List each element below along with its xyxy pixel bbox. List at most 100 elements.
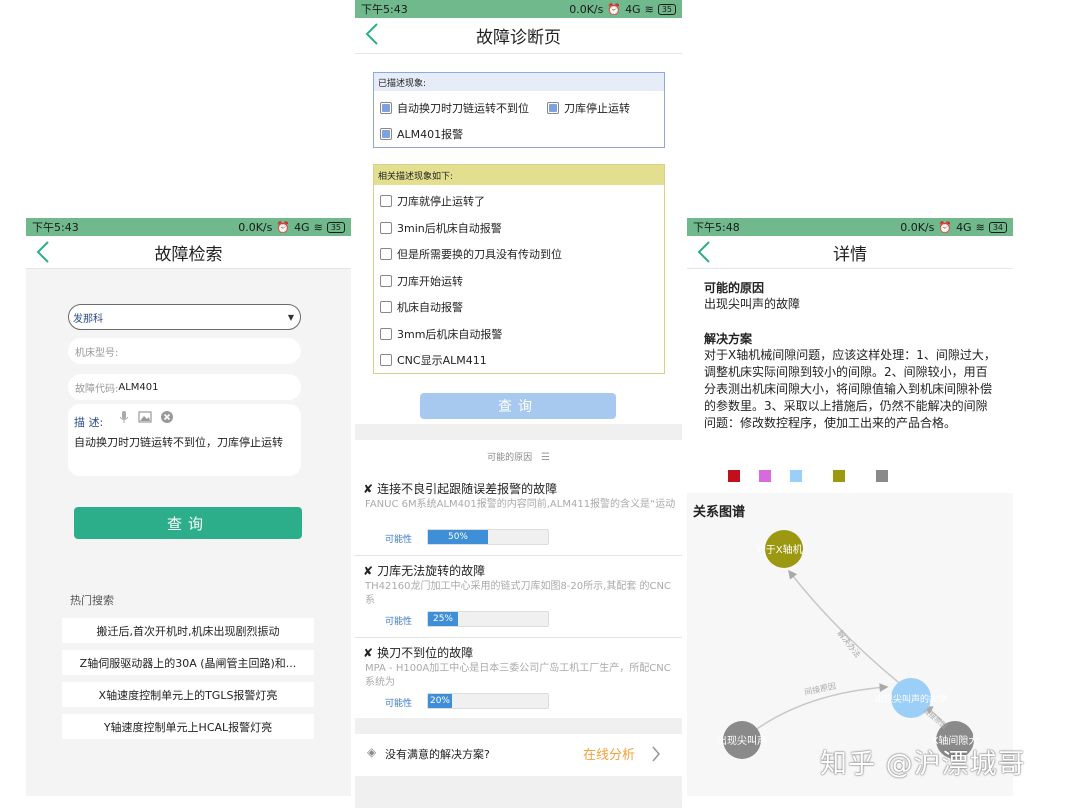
- back-arrow-icon[interactable]: [34, 240, 54, 264]
- fault-code-input[interactable]: 故障代码: ALM401: [68, 374, 301, 400]
- legend-swatch: [728, 470, 740, 482]
- hot-search-item[interactable]: X轴速度控制单元上的TGLS报警灯亮: [62, 682, 314, 707]
- back-arrow-icon[interactable]: [695, 240, 715, 264]
- tools-icon: ✘: [363, 645, 374, 660]
- related-header: 相关描述现象如下:: [374, 165, 664, 185]
- tag-icon: ◈: [367, 745, 377, 759]
- battery-icon: 35: [657, 3, 676, 15]
- graph-edge: [788, 569, 910, 692]
- tools-icon: ✘: [363, 481, 374, 496]
- cause-desc: MPA - H100A加工中心是日本三委公司广岛工机工厂生产，所配CNC系统为: [365, 663, 671, 688]
- brand-select[interactable]: 发那科 ▼: [68, 304, 301, 330]
- signal-label: 4G: [956, 220, 972, 234]
- status-time: 下午5:43: [361, 3, 408, 16]
- checkbox-icon: [380, 301, 392, 313]
- related-checkbox[interactable]: 刀库开始运转: [380, 273, 463, 289]
- related-label: 机床自动报警: [397, 301, 463, 314]
- graph-node-label: 出现尖叫声的故障: [875, 693, 947, 705]
- machine-model-input[interactable]: 机床型号:: [68, 338, 301, 364]
- fault-code-value: ALM401: [118, 381, 159, 393]
- checkbox-checked-icon: [380, 128, 392, 140]
- checkbox-icon: [380, 354, 392, 366]
- causes-title-text: 可能的原因: [487, 453, 533, 463]
- graph-edge-label: 间接原因: [803, 681, 836, 697]
- hot-search-item[interactable]: Y轴速度控制单元上HCAL报警灯亮: [62, 714, 314, 739]
- related-checkbox[interactable]: 但是所需要换的刀具没有传动到位: [380, 246, 562, 262]
- query-button[interactable]: 查询: [420, 393, 616, 419]
- cause-heading: 可能的原因: [704, 281, 765, 295]
- probability-fill: 25%: [428, 612, 458, 626]
- online-analysis-link[interactable]: 在线分析: [583, 744, 635, 763]
- wifi-icon: ≋: [313, 220, 323, 234]
- back-arrow-icon[interactable]: [363, 22, 383, 46]
- network-speed: 0.0K/s: [900, 220, 935, 234]
- checkbox-checked-icon: [380, 102, 392, 114]
- graph-edge-label: 解决办法: [835, 628, 863, 659]
- probability-fill: 20%: [428, 694, 452, 708]
- probability-fill: 50%: [428, 530, 488, 544]
- related-checkbox[interactable]: 刀库就停止运转了: [380, 193, 485, 209]
- symptom-label: ALM401报警: [397, 128, 464, 141]
- symptom-checkbox[interactable]: 刀库停止运转: [547, 100, 630, 116]
- symptom-checkbox[interactable]: ALM401报警: [380, 126, 463, 142]
- symptom-label: 刀库停止运转: [564, 102, 630, 115]
- described-symptoms: 已描述现象: 自动换刀时刀链运转不到位 刀库停止运转 ALM401报警: [373, 72, 665, 148]
- status-time: 下午5:43: [32, 221, 79, 234]
- checkbox-icon: [380, 275, 392, 287]
- solution-heading: 解决方案: [704, 332, 753, 346]
- cause-title: ✘ 连接不良引起跟随误差报警的故障: [363, 480, 557, 497]
- probability-bar: 25%: [427, 611, 549, 627]
- divider: [355, 424, 682, 440]
- alarm-icon: ⏰: [276, 220, 291, 234]
- probability-label: 可能性: [385, 535, 413, 545]
- nav-bar: 详情: [687, 236, 1013, 269]
- battery-icon: 35: [326, 221, 345, 233]
- hot-search-item[interactable]: Z轴伺服驱动器上的30A (晶闸管主回路)和...: [62, 650, 314, 675]
- cause-title: ✘ 换刀不到位的故障: [363, 644, 473, 661]
- cause-title-text: 刀库无法旋转的故障: [377, 564, 486, 578]
- hot-search-item[interactable]: 搬迁后,首次开机时,机床出现剧烈振动: [62, 618, 314, 643]
- solution-text: 对于X轴机械间隙问题，应该这样处理：1、间隙过大，调整机床实际间隙到较小的间隙。…: [704, 348, 996, 430]
- sort-icon[interactable]: ☰: [541, 452, 550, 463]
- signal-label: 4G: [294, 220, 310, 234]
- legend-swatch: [876, 470, 888, 482]
- cause-title: ✘ 刀库无法旋转的故障: [363, 562, 485, 579]
- description-input[interactable]: 描 述: 自动换刀时刀链运转不到位，刀库停止运转: [68, 404, 301, 476]
- related-checkbox[interactable]: CNC显示ALM411: [380, 352, 487, 368]
- checkbox-checked-icon: [547, 102, 559, 114]
- query-button[interactable]: 查询: [74, 507, 302, 539]
- related-checkbox[interactable]: 机床自动报警: [380, 299, 463, 315]
- graph-node-label: 对于X轴机...: [756, 543, 812, 556]
- clear-icon[interactable]: [160, 410, 174, 424]
- related-label: 3mm后机床自动报警: [397, 328, 503, 341]
- cause-desc: FANUC 6M系统ALM401报警的内容同前,ALM411报警的含义是“运动: [365, 499, 676, 510]
- nav-bar: 故障诊断页: [355, 18, 682, 54]
- symptom-label: 自动换刀时刀链运转不到位: [397, 102, 529, 115]
- image-icon[interactable]: [138, 410, 152, 424]
- graph-node-label: 出现尖叫声: [717, 734, 767, 747]
- cause-title-text: 连接不良引起跟随误差报警的故障: [377, 482, 558, 496]
- cause-desc: TH42160龙门加工中心采用的链式刀库如图8-20所示,其配套 的CNC 系: [365, 581, 671, 606]
- signal-label: 4G: [625, 2, 641, 16]
- cause-card[interactable]: ✘ 连接不良引起跟随误差报警的故障 FANUC 6M系统ALM401报警的内容同前…: [355, 474, 682, 556]
- related-checkbox[interactable]: 3mm后机床自动报警: [380, 326, 502, 342]
- wifi-icon: ≋: [975, 220, 985, 234]
- network-speed: 0.0K/s: [238, 220, 273, 234]
- checkbox-icon: [380, 248, 392, 260]
- symptom-checkbox[interactable]: 自动换刀时刀链运转不到位: [380, 100, 529, 116]
- graph-edge-label: 直接原因: [922, 706, 949, 731]
- related-label: 刀库开始运转: [397, 275, 463, 288]
- related-label: 但是所需要换的刀具没有传动到位: [397, 248, 562, 261]
- alarm-icon: ⏰: [607, 2, 622, 16]
- checkbox-icon: [380, 195, 392, 207]
- related-label: CNC显示ALM411: [397, 354, 487, 367]
- related-label: 3min后机床自动报警: [397, 222, 502, 235]
- microphone-icon[interactable]: [118, 410, 130, 424]
- status-bar: 下午5:43 0.0K/s ⏰ 4G ≋ 35: [26, 218, 351, 236]
- cause-card[interactable]: ✘ 换刀不到位的故障 MPA - H100A加工中心是日本三委公司广岛工机工厂生产…: [355, 638, 682, 720]
- online-analysis-row[interactable]: ◈ 没有满意的解决方案? 在线分析: [355, 734, 682, 774]
- network-speed: 0.0K/s: [569, 2, 604, 16]
- cause-card[interactable]: ✘ 刀库无法旋转的故障 TH42160龙门加工中心采用的链式刀库如图8-20所示,…: [355, 556, 682, 638]
- related-checkbox[interactable]: 3min后机床自动报警: [380, 220, 502, 236]
- search-form: 发那科 ▼ 机床型号: 故障代码: ALM401 描 述: 自动换刀时刀链运转不到…: [26, 270, 351, 796]
